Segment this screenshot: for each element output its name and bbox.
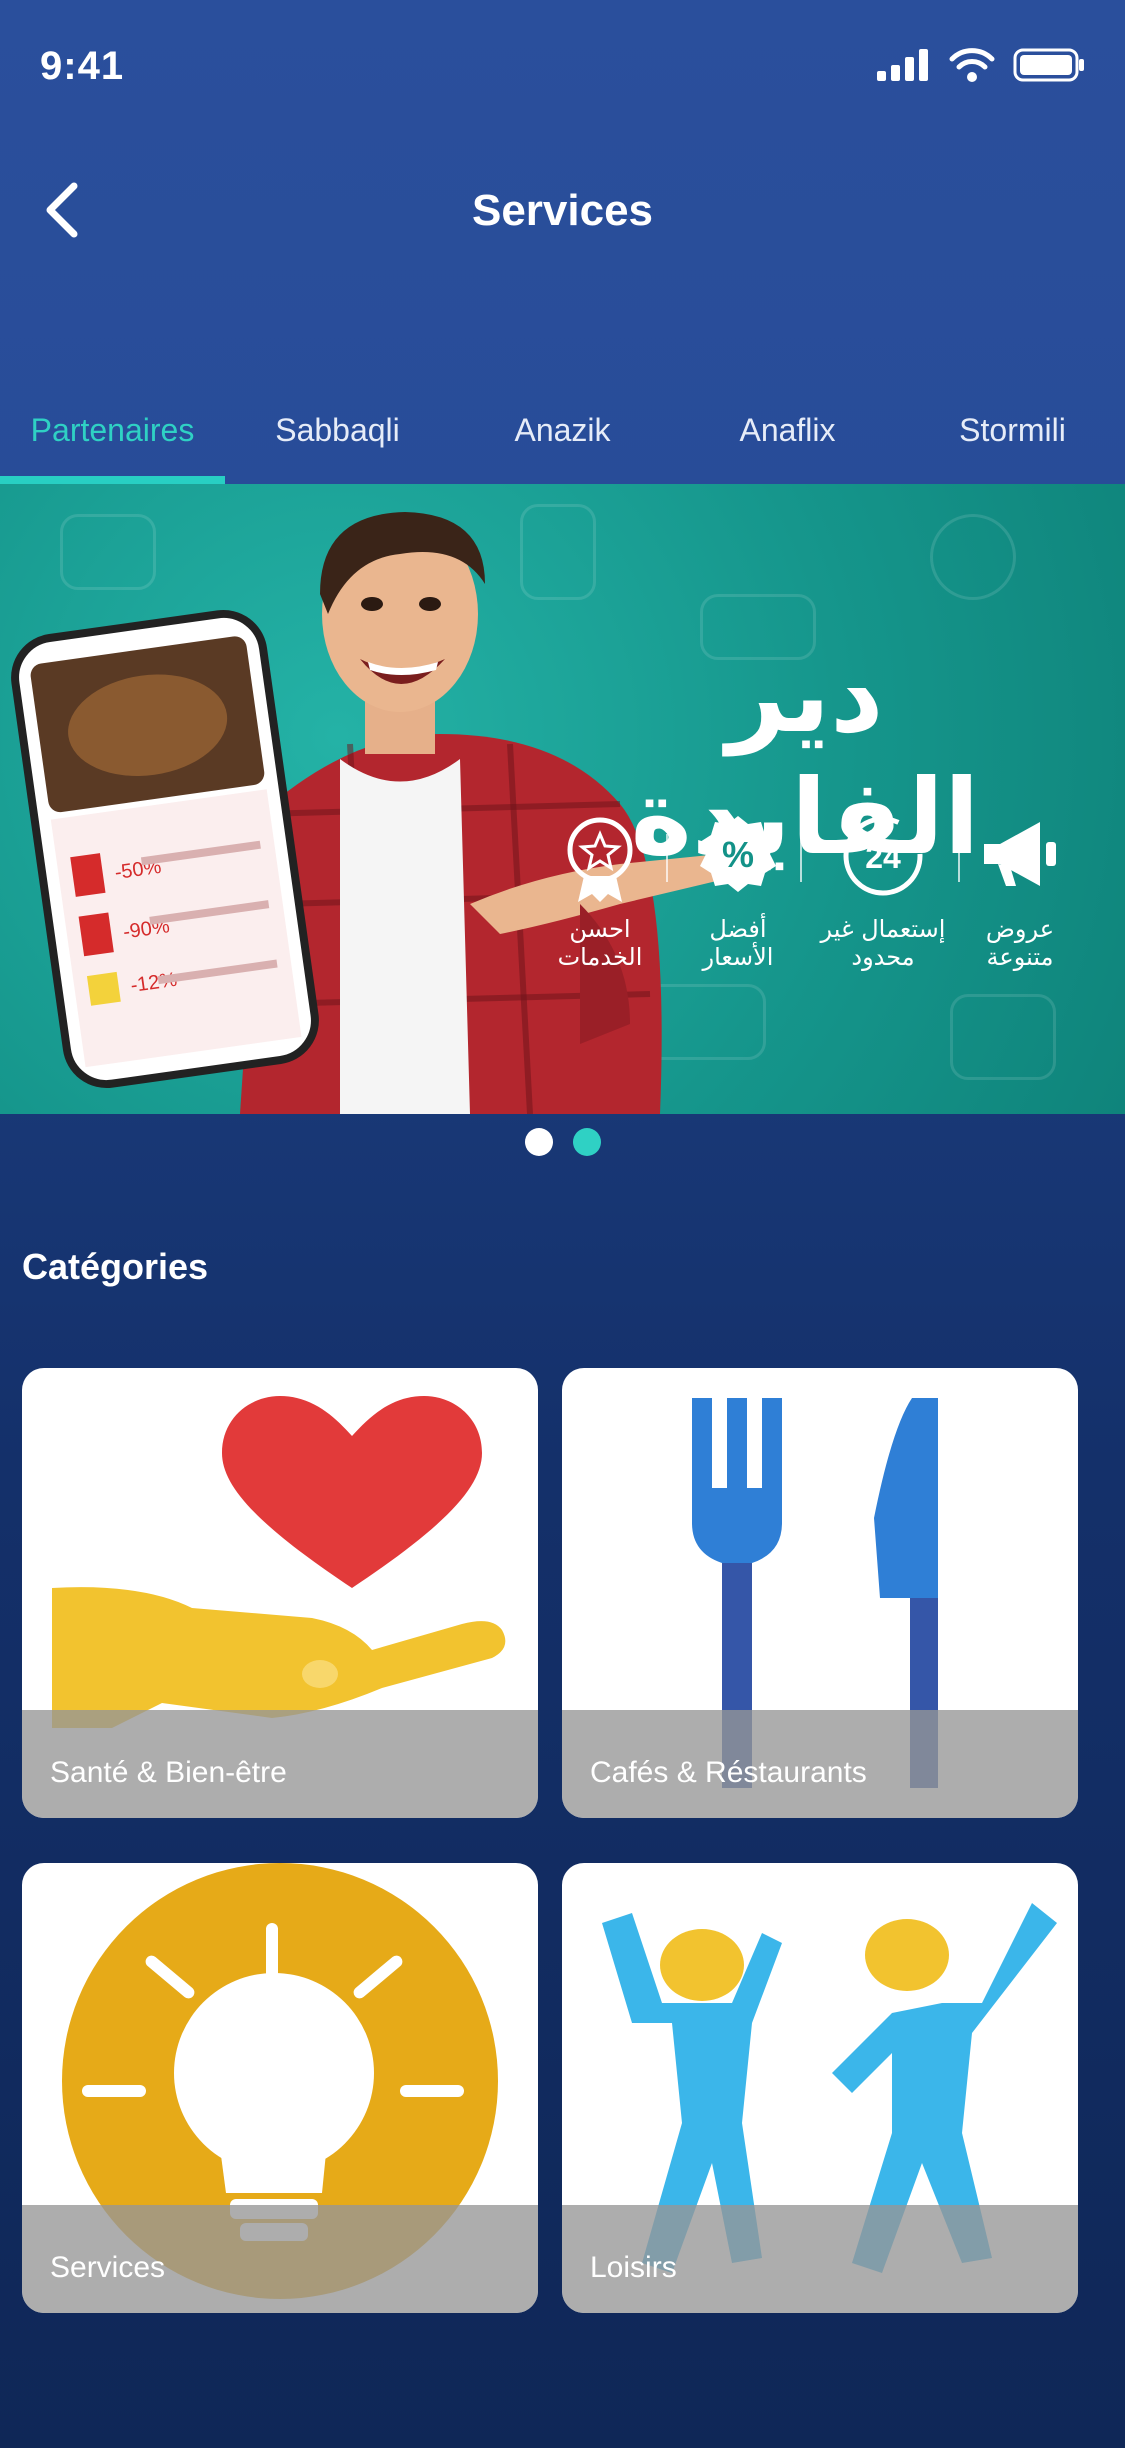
tab-sabbaqli[interactable]: Sabbaqli [225, 400, 450, 484]
percent-badge-icon: % [700, 816, 776, 892]
tab-stormili[interactable]: Stormili [900, 400, 1125, 484]
divider [800, 834, 802, 882]
feature-item: احسن الخدمات [540, 814, 660, 971]
battery-icon [1013, 48, 1084, 82]
doodle-shape [60, 514, 156, 590]
divider [958, 834, 960, 882]
carousel-dot-active[interactable] [572, 1128, 601, 1156]
star-medal-icon [567, 817, 633, 902]
tab-anazik[interactable]: Anazik [450, 400, 675, 484]
category-label: Loisirs [590, 2251, 677, 2284]
feature-text: إستعمال غير محدود [820, 915, 946, 971]
feature-text: أفضل الأسعار [702, 915, 774, 971]
feature-text: احسن الخدمات [557, 915, 643, 971]
doodle-shape [930, 514, 1016, 600]
tab-partenaires[interactable]: Partenaires [0, 400, 225, 484]
status-bar: 9:41 [0, 0, 1125, 140]
feature-text: عروض متنوعة [985, 915, 1055, 971]
tab-anaflix[interactable]: Anaflix [675, 400, 900, 484]
status-icons [877, 48, 1085, 82]
tab-bar: Partenaires Sabbaqli Anazik Anaflix Stor… [0, 400, 1125, 484]
signal-icon [877, 49, 928, 81]
category-card-sante[interactable]: Santé & Bien-être [22, 1368, 538, 1818]
banner-features: احسن الخدمات % أفضل الأسعار 24 إستعمال غ… [540, 814, 1080, 1014]
feature-item: % أفضل الأسعار [678, 814, 798, 971]
svg-text:%: % [722, 834, 754, 875]
divider [666, 834, 668, 882]
carousel-indicator [0, 1128, 1125, 1156]
category-card-cafes[interactable]: Cafés & Réstaurants [562, 1368, 1078, 1818]
wifi-icon [949, 48, 995, 82]
category-label: Santé & Bien-être [50, 1756, 287, 1789]
24-hours-icon: 24 [843, 816, 923, 896]
page-title: Services [471, 186, 654, 235]
category-card-services[interactable]: Services [22, 1863, 538, 2313]
feature-item: 24 إستعمال غير محدود [808, 814, 958, 971]
category-label: Cafés & Réstaurants [590, 1756, 867, 1789]
megaphone-icon [984, 822, 1056, 886]
nav-header: Services [0, 150, 1125, 270]
feature-item: عروض متنوعة [960, 814, 1080, 971]
category-card-loisirs[interactable]: Loisirs [562, 1863, 1078, 2313]
section-title-categories: Catégories [22, 1246, 209, 1287]
promo-banner[interactable]: -50% -90% -12% دير الفايدة احسن الخدمات … [0, 484, 1125, 1114]
status-time: 9:41 [40, 44, 125, 88]
svg-text:24: 24 [865, 839, 901, 875]
carousel-dot[interactable] [524, 1128, 553, 1156]
category-label: Services [50, 2251, 166, 2284]
